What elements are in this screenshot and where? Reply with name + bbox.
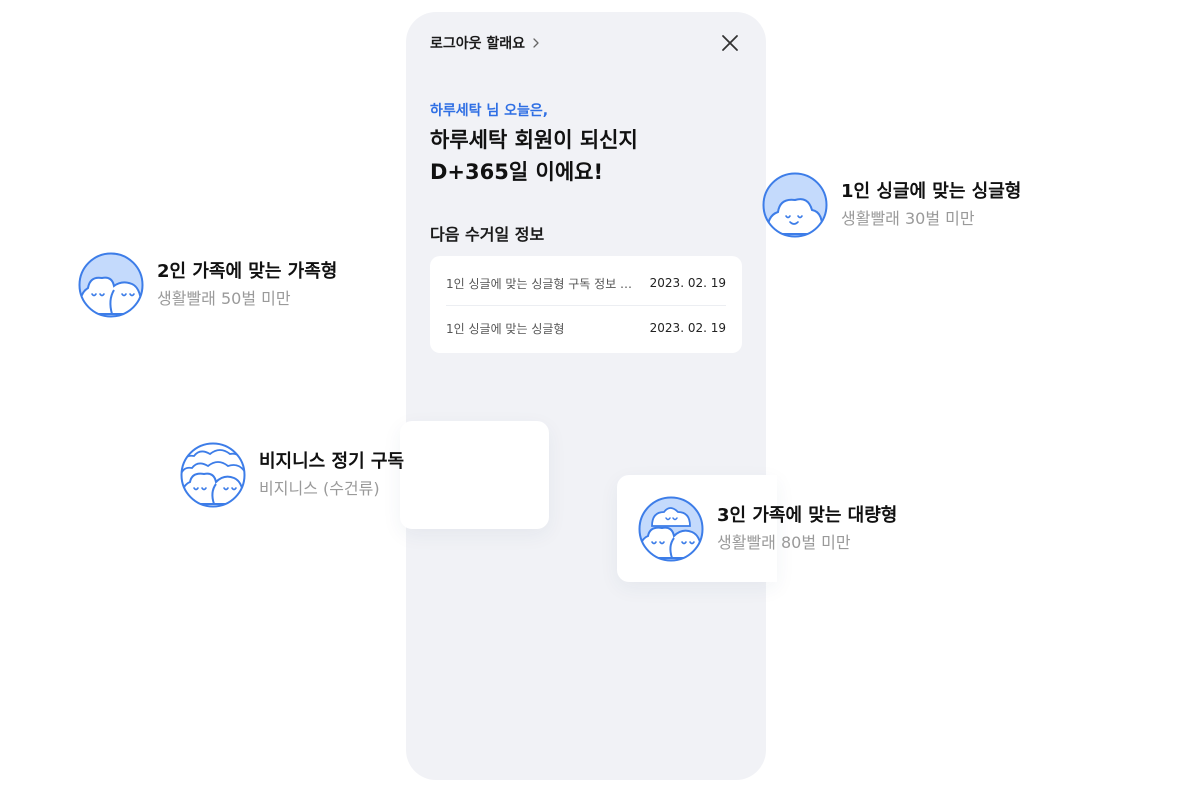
top-bar: 로그아웃 할래요 [430,33,742,53]
pickup-item-date: 2023. 02. 19 [649,276,726,290]
plan-business[interactable]: 비지니스 정기 구독 비지니스 (수건류) [180,442,404,508]
close-icon[interactable] [718,31,742,55]
plan-text: 비지니스 정기 구독 비지니스 (수건류) [259,449,404,501]
list-item[interactable]: 1인 싱글에 맞는 싱글형 2023. 02. 19 [446,306,726,350]
plan-text: 3인 가족에 맞는 대량형 생활빨래 80벌 미만 [717,503,897,555]
plan-family[interactable]: 2인 가족에 맞는 가족형 생활빨래 50벌 미만 [78,252,337,318]
plan-name: 3인 가족에 맞는 대량형 [717,505,898,526]
family-cloud-avatar-icon [78,252,144,318]
pickup-section-title: 다음 수거일 정보 [430,225,545,244]
plan-name: 비지니스 정기 구독 [259,451,405,472]
logout-link[interactable]: 로그아웃 할래요 [430,33,541,53]
plan-name: 2인 가족에 맞는 가족형 [157,261,338,282]
business-plan-card [400,421,549,529]
mypage-panel: 로그아웃 할래요 하루세탁 님 오늘은, 하루세탁 회원이 되신지 D+365일… [406,12,766,780]
plan-sub: 생활빨래 50벌 미만 [157,289,291,308]
headline-line-1: 하루세탁 회원이 되신지 [430,128,638,152]
plan-name: 1인 싱글에 맞는 싱글형 [841,181,1022,202]
chevron-right-icon [533,38,539,48]
single-cloud-avatar-icon [762,172,828,238]
logout-label: 로그아웃 할래요 [430,36,526,52]
plan-sub: 비지니스 (수건류) [259,479,380,498]
greeting-headline: 하루세탁 회원이 되신지 D+365일 이에요! [430,124,740,188]
pickup-item-date: 2023. 02. 19 [649,321,726,335]
headline-line-2: D+365일 이에요! [430,160,604,184]
plan-text: 2인 가족에 맞는 가족형 생활빨래 50벌 미만 [157,259,337,311]
pickup-item-label: 1인 싱글에 맞는 싱글형 구독 정보 안내 [446,276,636,291]
plan-sub: 생활빨래 80벌 미만 [717,533,851,552]
list-item[interactable]: 1인 싱글에 맞는 싱글형 구독 정보 안내 2023. 02. 19 [446,261,726,306]
greeting-subtitle: 하루세탁 님 오늘은, [430,103,549,119]
plan-text: 1인 싱글에 맞는 싱글형 생활빨래 30벌 미만 [841,179,1021,231]
plan-bulk[interactable]: 3인 가족에 맞는 대량형 생활빨래 80벌 미만 [638,496,897,562]
plan-single[interactable]: 1인 싱글에 맞는 싱글형 생활빨래 30벌 미만 [762,172,1021,238]
business-cloud-avatar-icon [180,442,246,508]
pickup-item-label: 1인 싱글에 맞는 싱글형 [446,321,565,336]
bulk-cloud-avatar-icon [638,496,704,562]
plan-sub: 생활빨래 30벌 미만 [841,209,975,228]
pickup-info-card: 1인 싱글에 맞는 싱글형 구독 정보 안내 2023. 02. 19 1인 싱… [430,256,742,353]
